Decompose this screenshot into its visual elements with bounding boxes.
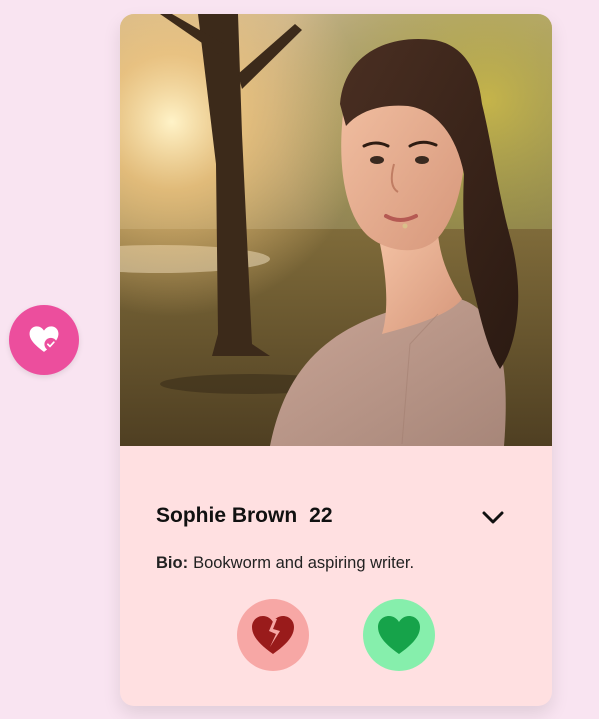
profile-card: Sophie Brown 22 Bio: Bookworm and aspirin…	[120, 14, 552, 706]
profile-photo	[120, 14, 552, 446]
bio-label: Bio:	[156, 554, 189, 572]
bio-text: Bookworm and aspiring writer.	[193, 554, 415, 572]
profile-bio: Bio: Bookworm and aspiring writer.	[156, 554, 414, 573]
broken-heart-icon	[252, 616, 294, 654]
pass-button[interactable]	[237, 599, 309, 671]
heart-icon	[378, 616, 420, 654]
expand-button[interactable]	[478, 505, 508, 531]
heart-check-icon	[29, 326, 59, 352]
app-screen: Sophie Brown 22 Bio: Bookworm and aspirin…	[0, 0, 599, 719]
profile-info: Sophie Brown 22 Bio: Bookworm and aspirin…	[120, 446, 552, 706]
matches-button[interactable]	[9, 305, 79, 375]
chevron-down-icon	[482, 511, 504, 524]
like-button[interactable]	[363, 599, 435, 671]
profile-age: 22	[309, 504, 333, 527]
profile-name-row: Sophie Brown 22	[156, 504, 333, 528]
profile-name: Sophie Brown	[156, 504, 298, 527]
